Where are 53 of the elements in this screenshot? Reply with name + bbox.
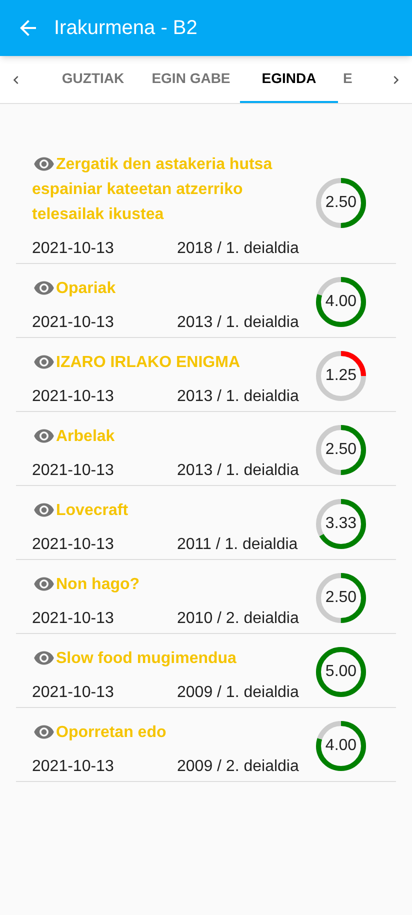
exam-session: 2013 / 1. deialdia [177, 387, 299, 407]
eye-icon [32, 279, 56, 297]
tab[interactable]: E [338, 56, 384, 103]
item-date: 2021-10-13 [32, 461, 115, 481]
item-date: 2021-10-13 [32, 609, 115, 629]
eye-icon [32, 155, 56, 173]
item-date: 2021-10-13 [32, 683, 115, 703]
item-date: 2021-10-13 [32, 239, 115, 259]
item-title[interactable]: Opariak [32, 276, 288, 301]
exam-session: 2018 / 1. deialdia [177, 239, 299, 259]
exam-session: 2013 / 1. deialdia [177, 461, 299, 481]
score-value: 4.00 [325, 292, 357, 312]
score-ring [316, 178, 366, 228]
item-title[interactable]: IZARO IRLAKO ENIGMA [32, 350, 288, 375]
item-date: 2021-10-13 [32, 387, 115, 407]
score-value: 2.50 [325, 192, 357, 212]
exam-session: 2011 / 1. deialdia [177, 535, 298, 555]
exam-session: 2010 / 2. deialdia [177, 609, 299, 629]
item-title[interactable]: Arbelak [32, 424, 288, 449]
score-ring [316, 498, 366, 548]
score-value: 1.25 [325, 366, 357, 386]
tab[interactable]: GUZTIAK [44, 56, 142, 103]
eye-icon [32, 575, 56, 593]
score-value: 2.50 [325, 588, 357, 608]
item-date: 2021-10-13 [32, 313, 115, 333]
tab[interactable]: EGIN GABE [142, 56, 240, 103]
score-ring [316, 646, 366, 696]
exam-session: 2009 / 2. deialdia [177, 757, 299, 777]
score-ring [316, 276, 366, 326]
item-title[interactable]: Non hago? [32, 572, 288, 597]
item-date: 2021-10-13 [32, 757, 115, 777]
eye-icon [32, 501, 56, 519]
item-title[interactable]: Slow food mugimendua [32, 646, 288, 671]
eye-icon [32, 649, 56, 667]
score-value: 2.50 [325, 440, 357, 460]
eye-icon [32, 427, 56, 445]
item-title[interactable]: Lovecraft [32, 498, 288, 523]
item-date: 2021-10-13 [32, 535, 115, 555]
score-value: 4.00 [325, 736, 357, 756]
score-value: 5.00 [325, 662, 357, 682]
exam-session: 2013 / 1. deialdia [177, 313, 299, 333]
tab[interactable]: EGINDA [240, 56, 338, 103]
score-ring [316, 720, 366, 770]
item-title[interactable]: Oporretan edo [32, 720, 288, 745]
score-ring [316, 350, 366, 400]
eye-icon [32, 723, 56, 741]
exam-session: 2009 / 1. deialdia [177, 683, 299, 703]
screen-title: Irakurmena - B2 [54, 16, 198, 41]
score-value: 3.33 [325, 514, 357, 534]
eye-icon [32, 353, 56, 371]
item-title[interactable]: Zergatik den astakeria hutsa espainiar kateetan atzerriko telesailak ikustea [32, 152, 288, 227]
score-ring [316, 424, 366, 474]
score-ring [316, 572, 366, 622]
